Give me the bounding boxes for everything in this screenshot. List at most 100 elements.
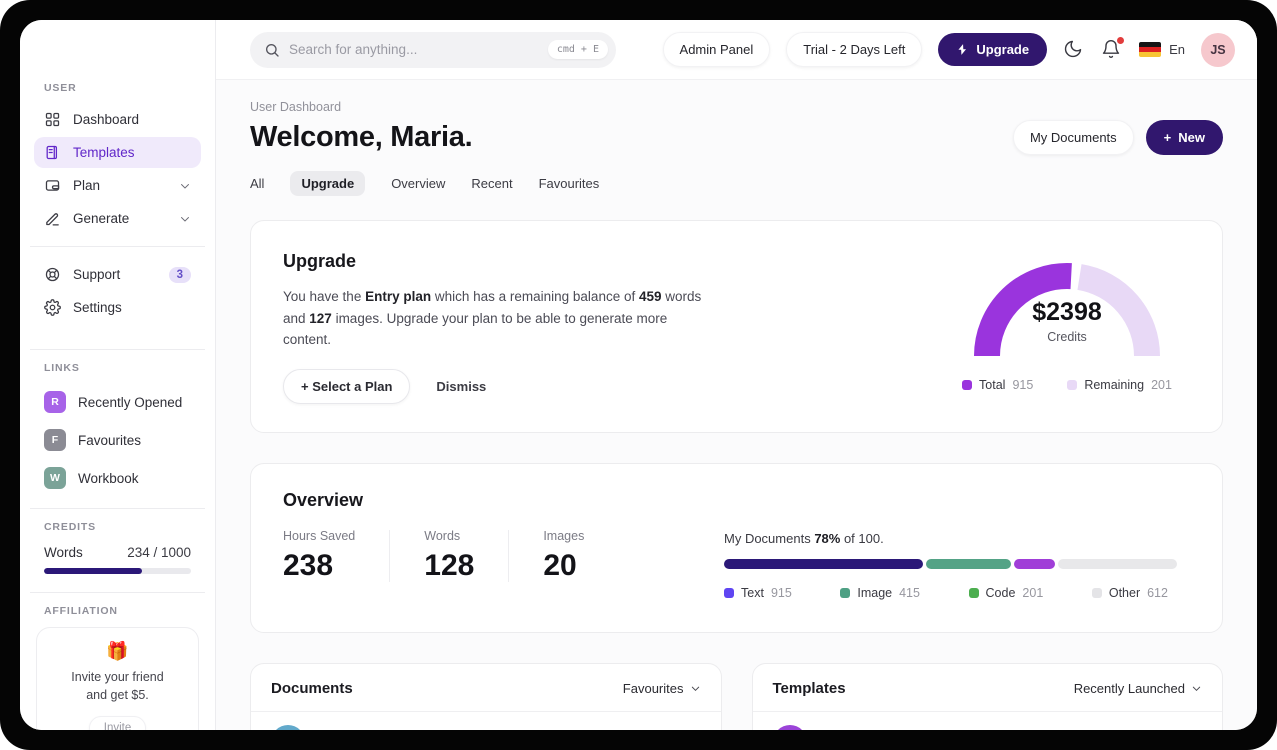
sidebar-item-label: Dashboard — [73, 112, 140, 127]
support-count-badge: 3 — [168, 266, 191, 283]
page-header-row: Welcome, Maria. My Documents + New — [250, 120, 1223, 155]
tab-favourites[interactable]: Favourites — [539, 171, 600, 196]
tab-upgrade[interactable]: Upgrade — [290, 171, 366, 196]
header-actions: My Documents + New — [1012, 120, 1223, 155]
tab-overview[interactable]: Overview — [391, 171, 445, 196]
overview-row: Hours Saved 238 Words 128 Images 20 My D… — [283, 529, 1182, 600]
documents-filter-dropdown[interactable]: Favourites — [623, 681, 701, 696]
dismiss-button[interactable]: Dismiss — [436, 379, 486, 394]
bottom-cards-row: Documents Favourites Untitled Document i… — [250, 662, 1223, 730]
affiliation-text-line2: and get $5. — [86, 688, 149, 703]
affiliation-text-line1: Invite your friend — [71, 670, 164, 684]
link-initial-badge: R — [44, 391, 66, 413]
sidebar-item-label: Templates — [73, 145, 135, 160]
sidebar-link-favourites[interactable]: F Favourites — [34, 422, 201, 458]
tab-all[interactable]: All — [250, 171, 264, 196]
stacked-bar-legend: Text 915 Image 415 Code 201 Other 612 — [724, 586, 1182, 600]
sidebar-divider — [30, 246, 205, 247]
device-frame: USER Dashboard Templates Plan Generate S… — [0, 0, 1277, 750]
document-list-item[interactable]: Untitled Document in Workbook — [251, 712, 721, 730]
words-progress-fill — [44, 568, 143, 574]
sidebar-link-label: Workbook — [78, 470, 139, 486]
new-button[interactable]: + New — [1145, 120, 1223, 155]
main-area: User Dashboard Welcome, Maria. My Docume… — [216, 80, 1257, 730]
upgrade-card-actions: + Select a Plan Dismiss — [283, 368, 713, 404]
templates-card-title: Templates — [772, 679, 846, 697]
legend-swatch — [1067, 380, 1078, 390]
generate-pencil-icon — [46, 213, 59, 226]
body-text: You have the — [283, 289, 366, 304]
sidebar-divider — [30, 508, 205, 509]
user-section-label: USER — [44, 82, 77, 94]
affiliation-card: 🎁 Invite your friend and get $5. Invite — [36, 627, 199, 730]
gauge-center: $2398 Credits — [957, 298, 1177, 344]
my-documents-button[interactable]: My Documents — [1012, 120, 1134, 155]
stat-label: Words — [424, 528, 461, 543]
legend-label: Image — [857, 585, 893, 600]
trial-days-left-button[interactable]: Trial - 2 Days Left — [786, 32, 923, 67]
language-selector[interactable]: En — [1139, 42, 1185, 57]
tab-recent[interactable]: Recent — [471, 171, 512, 196]
notification-dot — [1117, 36, 1125, 44]
overview-card-title: Overview — [283, 489, 364, 510]
credits-words-value: 234 / 1000 — [127, 545, 191, 560]
moon-icon — [1064, 40, 1082, 57]
plan-wallet-icon — [45, 180, 60, 191]
legend-label: Code — [985, 585, 1016, 600]
sidebar-item-label: Support — [73, 267, 121, 282]
gauge-legend: Total 915 Remaining 201 — [952, 378, 1182, 392]
sidebar-link-workbook[interactable]: W Workbook — [34, 460, 201, 496]
user-avatar[interactable]: JS — [1201, 32, 1235, 67]
invite-button[interactable]: Invite — [88, 716, 147, 730]
sidebar-item-label: Settings — [73, 300, 122, 315]
templates-filter-dropdown[interactable]: Recently Launched — [1074, 681, 1202, 696]
language-label: En — [1169, 42, 1185, 57]
legend-label: Remaining — [1084, 378, 1145, 392]
sidebar-link-recently-opened[interactable]: R Recently Opened — [34, 384, 201, 420]
stat-divider — [508, 529, 510, 582]
upgrade-button[interactable]: Upgrade — [938, 33, 1048, 66]
sidebar-item-settings[interactable]: Settings — [34, 292, 201, 323]
credits-value: $2398 — [1032, 298, 1102, 326]
credits-caption: Credits — [1047, 330, 1087, 344]
credits-words-label: Words — [44, 545, 83, 560]
chevron-down-icon — [181, 216, 189, 221]
plan-name: Entry plan — [365, 289, 432, 304]
legend-item-code: Code 201 — [968, 585, 1044, 600]
support-lifebuoy-icon — [45, 267, 60, 282]
new-button-label: New — [1178, 130, 1205, 145]
sidebar-item-templates[interactable]: Templates — [34, 137, 201, 168]
legend-item-other: Other 612 — [1091, 586, 1168, 600]
sidebar-item-support[interactable]: Support 3 — [34, 259, 201, 290]
template-list-item[interactable]: Blog Post Title in Workbook — [753, 712, 1223, 730]
sidebar-item-dashboard[interactable]: Dashboard — [34, 104, 201, 135]
notifications-button[interactable] — [1101, 36, 1125, 61]
admin-panel-button[interactable]: Admin Panel — [662, 32, 771, 67]
legend-value: 201 — [1151, 378, 1172, 392]
stat-label: Images — [543, 528, 585, 543]
affiliation-section-label: AFFILIATION — [44, 605, 118, 617]
upgrade-card: Upgrade You have the Entry plan which ha… — [250, 220, 1223, 433]
body-text: images. Upgrade your plan to be able to … — [283, 310, 668, 348]
select-plan-button[interactable]: + Select a Plan — [283, 368, 411, 404]
search-input[interactable] — [289, 42, 539, 57]
template-avatar — [772, 724, 807, 730]
legend-swatch — [968, 587, 979, 598]
stat-hours-saved: Hours Saved 238 — [283, 529, 355, 583]
credits-gauge: $2398 Credits Total 915 Remaining 201 — [952, 251, 1182, 404]
upgrade-card-left: Upgrade You have the Entry plan which ha… — [283, 251, 713, 404]
legend-swatch — [724, 587, 734, 598]
stat-value: 128 — [424, 548, 475, 582]
sidebar-item-generate[interactable]: Generate — [34, 203, 201, 234]
lightning-bolt-icon — [958, 44, 967, 55]
legend-swatch — [962, 380, 973, 390]
search-bar[interactable]: cmd + E — [250, 31, 616, 68]
plus-icon: + — [1163, 130, 1172, 145]
credits-words-row: Words 234 / 1000 — [34, 543, 201, 568]
sidebar-item-plan[interactable]: Plan — [34, 170, 201, 201]
dark-mode-toggle[interactable] — [1063, 39, 1085, 61]
legend-swatch — [1091, 587, 1102, 598]
sidebar-item-label: Generate — [73, 211, 130, 226]
body-text: which has a remaining balance of — [431, 289, 639, 304]
legend-value: 201 — [1022, 585, 1044, 600]
